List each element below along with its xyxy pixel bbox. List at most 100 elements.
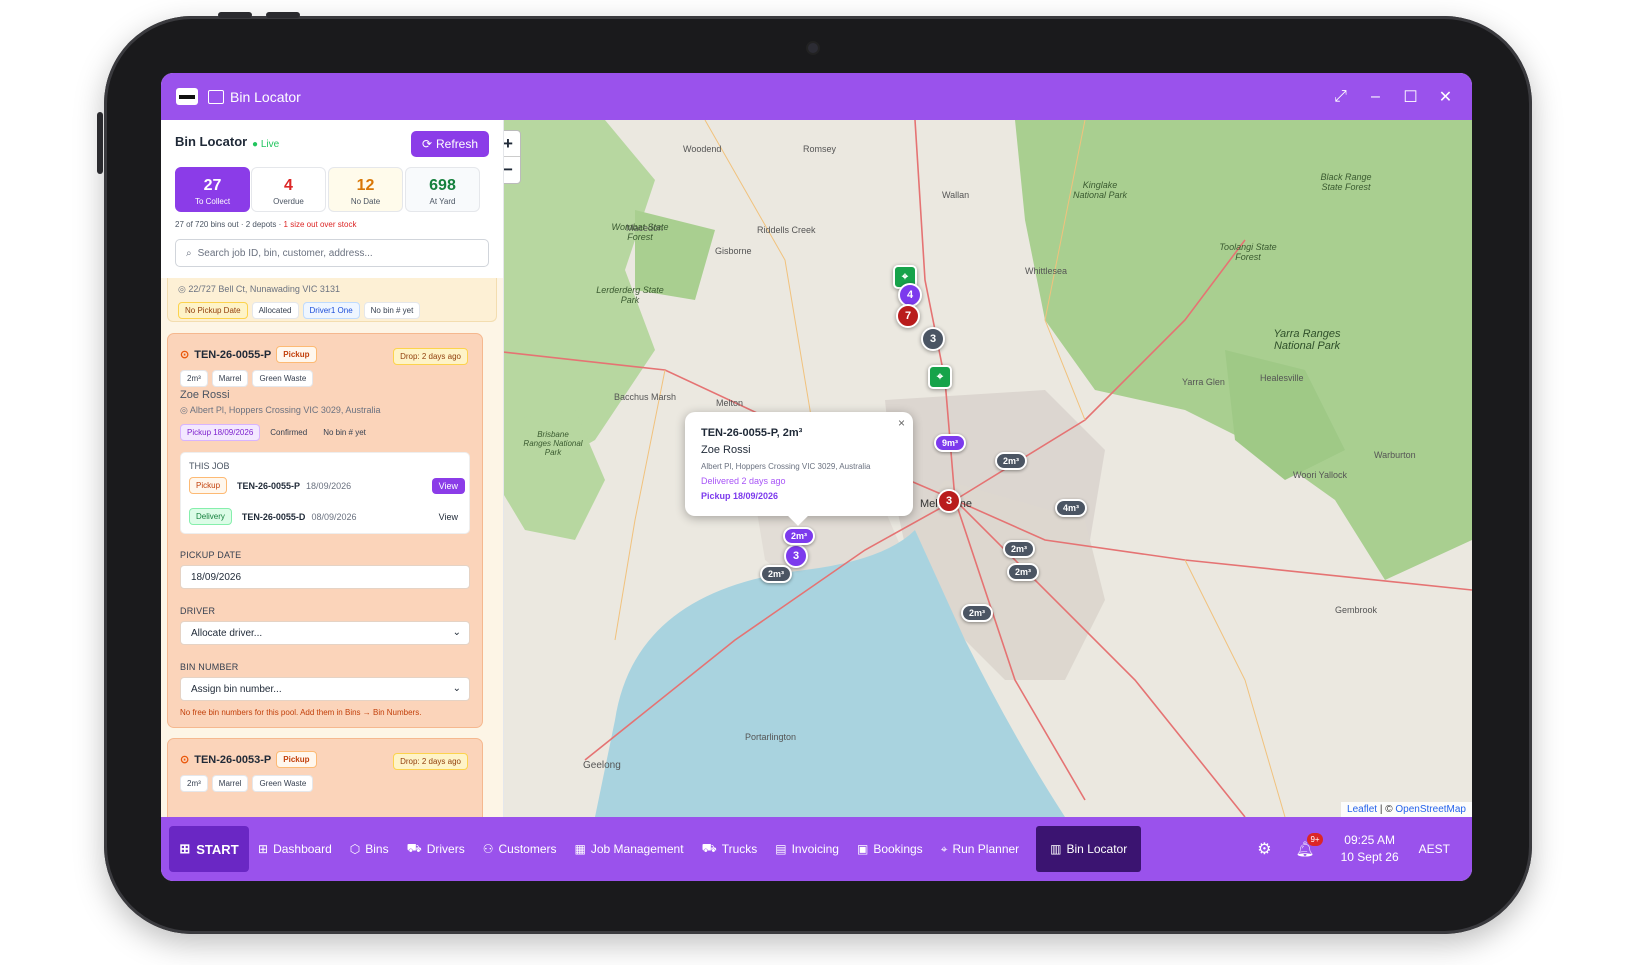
taskbar-item-dashboard[interactable]: ⊞ Dashboard: [249, 826, 341, 872]
start-button[interactable]: ⊞ START: [169, 826, 249, 872]
job-address-text: 22/727 Bell Ct, Nunawading VIC 3131: [188, 284, 340, 294]
bin-size-tag[interactable]: 2m³: [961, 604, 994, 622]
taskbar-item-bookings[interactable]: ▣ Bookings: [848, 826, 932, 872]
taskbar-item-run-planner[interactable]: ⌖ Run Planner: [932, 826, 1028, 872]
bin-number-select[interactable]: Assign bin number... ⌄: [180, 677, 470, 701]
bin-size-tag[interactable]: 4m³: [1055, 499, 1088, 517]
taskbar-item-job-management[interactable]: ▦ Job Management: [566, 826, 693, 872]
taskbar-label: Bookings: [873, 842, 923, 856]
window-title: Bin Locator: [230, 88, 301, 105]
taskbar-item-customers[interactable]: ⚇ Customers: [474, 826, 566, 872]
bin-size-tag[interactable]: 2m³: [995, 452, 1028, 470]
bins-summary: 27 of 720 bins out · 2 depots · 1 size o…: [175, 220, 356, 229]
front-camera: [808, 43, 818, 53]
grid-icon: ⊞: [179, 841, 191, 856]
job-card-selected[interactable]: ⊙ TEN-26-0055-P Pickup Drop: 2 days ago 2m…: [167, 333, 483, 728]
stat-to-collect[interactable]: 27 To Collect: [175, 167, 250, 212]
title-bar: Bin Locator ⤢ – ☐ ✕: [161, 73, 1472, 120]
stat-at-yard[interactable]: 698 At Yard: [405, 167, 480, 212]
pickup-date-value: 18/09/2026: [191, 571, 242, 583]
taskbar-item-invoicing[interactable]: ▤ Invoicing: [766, 826, 848, 872]
map-label: Lerderderg State Park: [596, 285, 664, 305]
driver-select[interactable]: Allocate driver... ⌄: [180, 621, 470, 645]
stat-label: To Collect: [194, 197, 231, 206]
cluster-marker[interactable]: 3: [937, 489, 961, 513]
waste-type-chip: Green Waste: [252, 775, 314, 792]
map-label: Wallan: [942, 190, 970, 200]
job-type-chip: Delivery: [189, 508, 232, 525]
taskbar-label: Customers: [498, 842, 557, 856]
refresh-button[interactable]: ⟳ Refresh: [411, 131, 489, 157]
view-delivery-button[interactable]: View: [432, 509, 465, 525]
calendar-icon: ▦: [574, 842, 586, 856]
map-label: Woori Yallock: [1293, 470, 1348, 480]
map-view[interactable]: Macedon Woodend Romsey Riddells Creek Gi…: [485, 120, 1472, 817]
taskbar-label: Run Planner: [952, 842, 1020, 856]
map-label: Wombat State Forest: [611, 222, 669, 242]
bell-icon[interactable]: 🔔︎ 9+: [1296, 833, 1323, 858]
drop-chip: Drop: 2 days ago: [393, 753, 468, 770]
gear-icon[interactable]: ⚙: [1257, 839, 1271, 859]
attribution-separator: | ©: [1377, 804, 1396, 815]
job-type-chip: Pickup: [276, 346, 317, 363]
bin-size-chip: 2m³: [180, 775, 208, 792]
map-label: Portarlington: [745, 732, 797, 742]
stat-value: 698: [429, 177, 456, 194]
taskbar-item-trucks[interactable]: ⛟ Trucks: [693, 826, 767, 872]
cluster-marker[interactable]: 3: [784, 544, 808, 568]
taskbar-item-bin-locator[interactable]: ▥ Bin Locator: [1036, 826, 1142, 872]
map-label: Healesville: [1260, 373, 1304, 383]
view-pickup-button[interactable]: View: [431, 477, 465, 494]
bin-size-tag[interactable]: 2m³: [760, 565, 793, 583]
bins-summary-text: 27 of 720 bins out · 2 depots ·: [175, 220, 284, 229]
job-address-text: Albert Pl, Hoppers Crossing VIC 3029, Au…: [189, 405, 381, 415]
clock-date: 10 Sept 26: [1340, 850, 1399, 864]
bin-size-tag[interactable]: 2m³: [1003, 540, 1036, 558]
map-attribution: Leaflet | © OpenStreetMap: [1341, 802, 1472, 817]
job-type-chip: Pickup: [276, 751, 317, 768]
job-id: ⊙ TEN-26-0053-P Pickup: [180, 751, 321, 768]
drop-chip: Drop: 2 days ago: [393, 348, 468, 365]
driver-value: Allocate driver...: [191, 627, 263, 639]
taskbar-item-drivers[interactable]: ⛟ Drivers: [398, 826, 474, 872]
pickup-date-field[interactable]: 18/09/2026: [180, 565, 470, 589]
taskbar-label: Bins: [365, 842, 389, 856]
stat-value: 4: [284, 177, 293, 194]
map-label: Gisborne: [715, 246, 752, 256]
bin-size-tag[interactable]: 9m³: [934, 434, 967, 452]
stat-overdue[interactable]: 4 Overdue: [251, 167, 326, 212]
stat-no-date[interactable]: 12 No Date: [328, 167, 403, 212]
job-address: ◎ Albert Pl, Hoppers Crossing VIC 3029, …: [180, 405, 381, 415]
volume-button: [266, 12, 300, 18]
bin-type-chip: Marrel: [211, 775, 249, 792]
expand-icon[interactable]: ⤢: [1332, 88, 1349, 106]
popup-delivered: Delivered 2 days ago: [701, 476, 786, 486]
status-chip: Allocated: [251, 302, 299, 319]
truck-icon: ⛟: [406, 841, 422, 855]
app-logo-icon: [176, 88, 198, 105]
bin-size-tag[interactable]: 2m³: [1007, 563, 1040, 581]
search-input[interactable]: ⌕ Search job ID, bin, customer, address..…: [175, 239, 489, 267]
leaflet-link[interactable]: Leaflet: [1347, 804, 1377, 815]
customer-name: Zoe Rossi: [180, 389, 230, 401]
cluster-marker[interactable]: 7: [896, 304, 920, 328]
stock-alert: 1 size out over stock: [283, 220, 357, 229]
taskbar-item-bins[interactable]: ⬡ Bins: [341, 826, 398, 872]
power-button: [97, 112, 103, 174]
popup-close-icon[interactable]: ×: [898, 416, 905, 430]
box-icon: ⬡: [349, 842, 361, 856]
popup-title: TEN-26-0055-P, 2m³: [701, 427, 803, 439]
depot-pin-icon[interactable]: ⌖: [928, 365, 952, 389]
taskbar-label: Drivers: [426, 842, 465, 856]
close-icon[interactable]: ✕: [1437, 87, 1454, 107]
cluster-marker[interactable]: 3: [921, 327, 945, 351]
job-list[interactable]: ◎ 22/727 Bell Ct, Nunawading VIC 3131 No…: [161, 278, 503, 817]
minimize-icon[interactable]: –: [1367, 88, 1384, 106]
maximize-icon[interactable]: ☐: [1402, 87, 1419, 107]
map-label: Bacchus Marsh: [614, 392, 677, 402]
job-card[interactable]: ⊙ TEN-26-0053-P Pickup Drop: 2 days ago 2m…: [167, 738, 483, 817]
job-card[interactable]: ◎ 22/727 Bell Ct, Nunawading VIC 3131 No…: [167, 278, 497, 322]
job-status-icon: ⊙: [180, 349, 190, 361]
osm-link[interactable]: OpenStreetMap: [1395, 804, 1466, 815]
bin-size-tag[interactable]: 2m³: [783, 527, 816, 545]
